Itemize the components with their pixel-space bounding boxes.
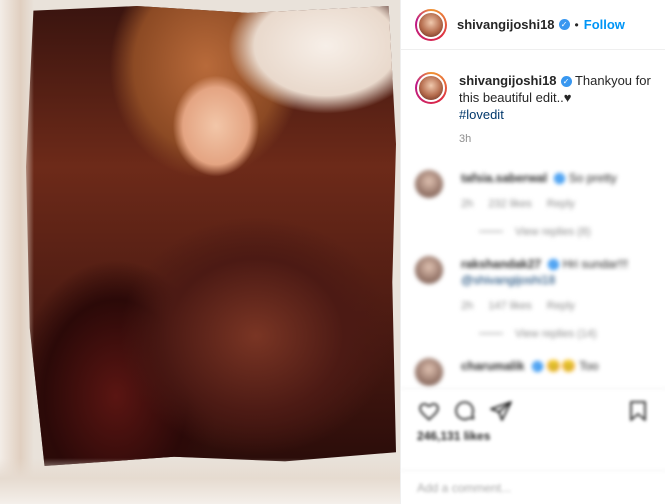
post-header: shivangijoshi18 ✓ • Follow — [401, 0, 665, 50]
verified-badge-icon: ✓ — [548, 259, 560, 270]
caption-avatar[interactable] — [415, 72, 447, 104]
view-replies-button[interactable]: View replies (8) — [479, 226, 665, 238]
comment-text: Too — [579, 359, 599, 373]
post-sidebar: shivangijoshi18 ✓ • Follow shivangijoshi… — [400, 0, 665, 504]
reply-button[interactable]: Reply — [547, 300, 575, 312]
caption-text: shivangijoshi18 ✓ Thankyou for this beaut… — [459, 72, 651, 123]
bookmark-icon[interactable] — [626, 399, 650, 423]
verified-badge-icon: ✓ — [531, 361, 543, 372]
commenter-username[interactable]: tafsia.saberwal — [461, 171, 547, 185]
comment-text: Hri sundar!!! — [562, 257, 629, 271]
instagram-post: shivangijoshi18 ✓ • Follow shivangijoshi… — [0, 0, 665, 504]
comment-body: charumalik ✓ 😊😊 Too — [461, 358, 598, 386]
avatar-image — [417, 10, 445, 39]
action-icons — [401, 389, 665, 425]
verified-badge-icon: ✓ — [554, 173, 566, 184]
comment-age: 2h — [461, 198, 474, 210]
avatar-image — [417, 74, 445, 102]
commenter-username[interactable]: charumalik — [461, 359, 524, 373]
verified-badge-icon: ✓ — [560, 76, 572, 87]
reply-button[interactable]: Reply — [547, 198, 575, 210]
comment-text: So pretty — [568, 171, 617, 185]
separator-dot: • — [574, 17, 579, 32]
commenter-username[interactable]: rakshandak27 — [461, 257, 541, 271]
comments-list: tafsia.saberwal ✓ So pretty 2h 232 likes… — [401, 160, 665, 390]
comment-body: tafsia.saberwal ✓ So pretty 2h 232 likes… — [461, 170, 617, 212]
torn-paper-edge — [0, 0, 34, 504]
comment-meta: 2h 147 likes Reply — [461, 298, 628, 314]
post-actions: 246,131 likes — [401, 388, 665, 443]
bride-photo-edit — [26, 6, 396, 466]
likes-count[interactable]: 246,131 likes — [401, 425, 665, 443]
follow-button[interactable]: Follow — [584, 17, 625, 32]
commenter-avatar[interactable] — [415, 358, 443, 386]
comment-item: tafsia.saberwal ✓ So pretty 2h 232 likes… — [401, 160, 665, 212]
view-replies-button[interactable]: View replies (14) — [479, 328, 665, 340]
comment-body: rakshandak27 ✓ Hri sundar!!! @shivangijo… — [461, 256, 628, 314]
comment-icon[interactable] — [453, 399, 477, 423]
comment-likes[interactable]: 232 likes — [488, 198, 531, 210]
comment-age: 2h — [461, 300, 474, 312]
caption-hashtag[interactable]: #lovedit — [459, 107, 504, 122]
comment-emoji: 😊😊 — [546, 359, 576, 373]
author-username[interactable]: shivangijoshi18 — [457, 17, 555, 32]
comment-item: rakshandak27 ✓ Hri sundar!!! @shivangijo… — [401, 238, 665, 314]
send-icon[interactable] — [489, 399, 513, 423]
comment-item: charumalik ✓ 😊😊 Too — [401, 340, 665, 386]
post-photo[interactable] — [0, 0, 400, 504]
add-comment-input[interactable]: Add a comment... — [401, 470, 665, 504]
commenter-avatar[interactable] — [415, 170, 443, 198]
commenter-avatar[interactable] — [415, 256, 443, 284]
heart-icon[interactable] — [417, 399, 441, 423]
verified-badge-icon: ✓ — [558, 19, 570, 30]
comment-likes[interactable]: 147 likes — [488, 300, 531, 312]
comment-meta: 2h 232 likes Reply — [461, 196, 617, 212]
comment-mention[interactable]: @shivangijoshi18 — [461, 273, 555, 287]
torn-paper-edge-bottom — [0, 458, 400, 504]
post-time[interactable]: 3h — [459, 133, 665, 145]
caption-username[interactable]: shivangijoshi18 — [459, 73, 557, 88]
author-avatar[interactable] — [415, 8, 447, 41]
caption: shivangijoshi18 ✓ Thankyou for this beaut… — [401, 50, 665, 123]
